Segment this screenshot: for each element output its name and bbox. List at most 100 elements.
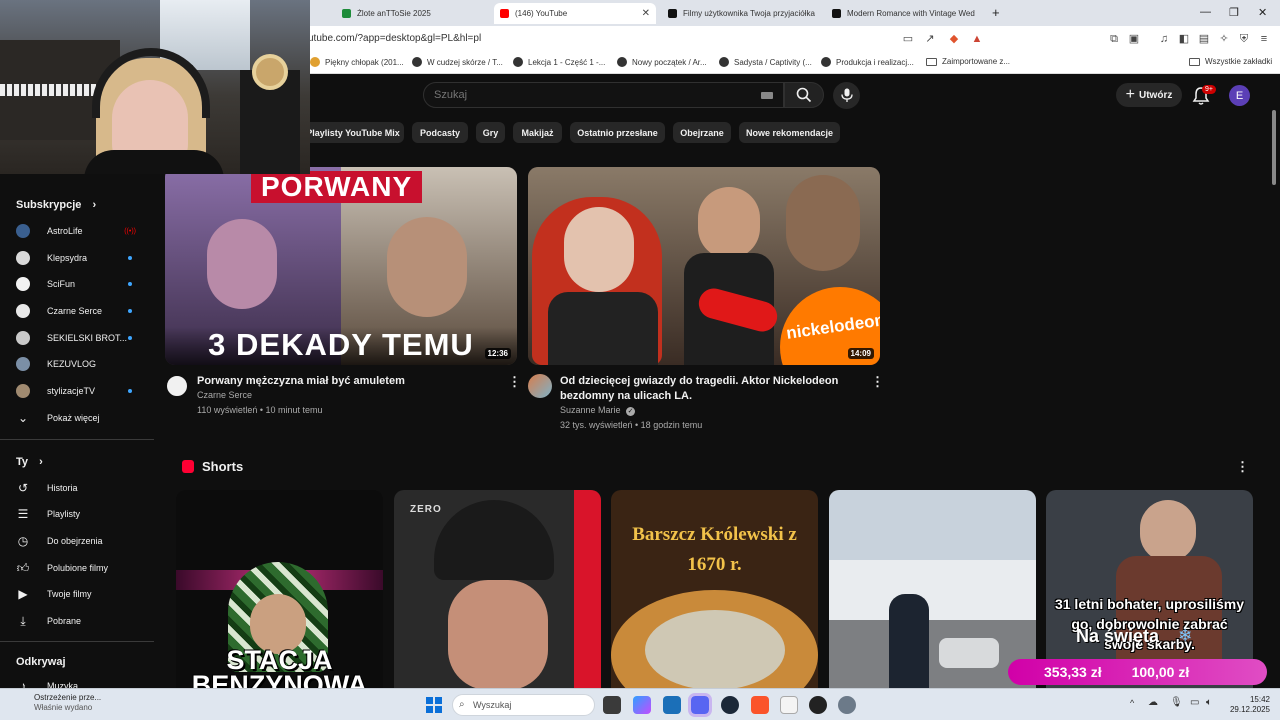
close-window-icon[interactable]: ✕ (1258, 6, 1267, 19)
subscriptions-header[interactable]: Subskrypcje › (16, 199, 96, 211)
sidebar-item-czarne-serce[interactable]: Czarne Serce (16, 302, 146, 320)
steam-icon[interactable] (721, 696, 739, 714)
url-field[interactable]: utube.com/?app=desktop&gl=PL&hl=pl (308, 33, 481, 44)
new-tab-icon[interactable]: + (992, 5, 1000, 20)
chip[interactable]: Makijaż (513, 122, 562, 143)
mic-tray-icon[interactable]: 🎙︎ (1170, 697, 1183, 708)
page-scrollbar-thumb[interactable] (1272, 110, 1276, 185)
you-header[interactable]: Ty › (16, 456, 43, 468)
sidebar-item-klepsydra[interactable]: Klepsydra (16, 249, 146, 267)
create-button[interactable]: + Utwórz (1116, 83, 1182, 107)
share-icon[interactable]: ↗ (924, 33, 936, 45)
video-title[interactable]: Od dziecięcej gwiazdy do tragedii. Aktor… (560, 374, 850, 404)
onedrive-icon[interactable]: ☁ (1148, 697, 1158, 708)
notepad-icon[interactable] (780, 696, 798, 714)
browser-tab-active[interactable]: (146) YouTube ✕ (494, 3, 656, 24)
restore-icon[interactable]: ❐ (1229, 6, 1239, 19)
sidebar-item-your-videos[interactable]: ▶ Twoje filmy (16, 585, 146, 603)
system-clock[interactable]: 15:42 29.12.2025 (1226, 695, 1270, 715)
task-view-icon[interactable] (603, 696, 621, 714)
vpn-icon[interactable]: ⛨ (1238, 33, 1250, 45)
sidebar-item-history[interactable]: ↺ Historia (16, 479, 146, 497)
account-avatar[interactable]: E (1229, 85, 1250, 106)
extensions-icon[interactable]: ⧉ (1108, 33, 1120, 45)
close-tab-icon[interactable]: ✕ (642, 8, 650, 19)
video-thumbnail[interactable]: nickelodeon 14:09 (528, 167, 880, 365)
bookmark[interactable]: Lekcja 1 - Część 1 -... (513, 57, 605, 67)
video-title[interactable]: Porwany mężczyzna miał być amuletem (197, 374, 487, 389)
bookmark[interactable]: Piękny chłopak (201... (310, 57, 404, 67)
all-bookmarks[interactable]: Wszystkie zakładki (1189, 57, 1272, 66)
sidebar-item-liked[interactable]: 👍︎ Polubione filmy (16, 559, 146, 577)
channel-avatar[interactable] (528, 374, 552, 398)
live-icon: ((•)) (124, 227, 136, 235)
copilot-icon[interactable] (633, 696, 651, 714)
bookmark[interactable]: W cudzej skórze / T... (412, 57, 503, 67)
volume-icon[interactable]: 🔈︎ (1206, 697, 1212, 708)
sidebar-item-downloads[interactable]: ⤓ Pobrane (16, 612, 146, 630)
chip[interactable]: Nowe rekomendacje (739, 122, 840, 143)
chip[interactable]: Playlisty YouTube Mix (302, 122, 404, 143)
short-thumbnail[interactable]: STACJA BENZYNOWA (176, 490, 383, 700)
wallet-icon[interactable]: ▤ (1198, 33, 1210, 45)
browser-tab[interactable]: Żlote anTToSie 2025 (336, 3, 491, 24)
minimize-icon[interactable]: — (1200, 6, 1211, 18)
start-button[interactable] (426, 697, 442, 713)
chip[interactable]: Obejrzane (673, 122, 731, 143)
search-button[interactable] (784, 82, 824, 108)
more-options-icon[interactable]: ⋮ (1236, 459, 1249, 475)
bookmark-folder[interactable]: Zaimportowane z... (926, 57, 1010, 66)
browser-tab[interactable]: Filmy użytkownika Twoja przyjaciółka (662, 3, 822, 24)
bookmark[interactable]: Sadysta / Captivity (... (719, 57, 812, 67)
donation-goal-bar: 353,33 zł 100,00 zł (1008, 659, 1267, 685)
video-channel-name[interactable]: Suzanne Marie ✓ (560, 405, 636, 416)
bookmark-favicon-icon (310, 57, 320, 67)
sidebar-item-playlists[interactable]: ☰ Playlisty (16, 505, 146, 523)
obs-icon[interactable] (809, 696, 827, 714)
short-thumbnail[interactable]: Barszcz Królewski z 1670 r. (611, 490, 818, 700)
channel-avatar[interactable] (165, 374, 189, 398)
sidebar-item-scifun[interactable]: SciFun (16, 275, 146, 293)
video-thumbnail[interactable]: PORWANY 3 DEKADY TEMU 12:36 (165, 167, 517, 365)
video-duration: 12:36 (484, 348, 511, 359)
sidebar-item-astrolife[interactable]: AstroLife ((•)) (16, 222, 146, 240)
brave-shields-icon[interactable]: ◆ (948, 33, 960, 45)
show-more-button[interactable]: ⌄ Pokaż więcej (16, 409, 146, 427)
sidebar-item-stylizacjetv[interactable]: stylizacjeTV (16, 382, 146, 400)
install-app-icon[interactable]: ▭ (902, 33, 914, 45)
bookmark[interactable]: Produkcja i realizacj... (821, 57, 914, 67)
channel-name: stylizacjeTV (47, 386, 96, 396)
sidebar-item-watch-later[interactable]: ◷ Do obejrzenia (16, 532, 146, 550)
chip[interactable]: Podcasty (412, 122, 468, 143)
windows-logo-tile (426, 706, 433, 713)
taskbar-search[interactable]: ⌕ Wyszukaj (452, 694, 595, 716)
browser-tab[interactable]: Modern Romance with Vintage Wed (826, 3, 984, 24)
keyboard-icon[interactable] (761, 92, 773, 99)
warning-title: Ostrzeżenie prze... (34, 693, 102, 702)
menu-icon[interactable]: ≡ (1258, 33, 1270, 45)
short-thumbnail[interactable]: ZERO (394, 490, 601, 700)
brave-icon[interactable] (751, 696, 769, 714)
more-options-icon[interactable]: ⋮ (508, 374, 521, 390)
chip[interactable]: Ostatnio przesłane (570, 122, 665, 143)
tray-overflow-icon[interactable]: ^ (1130, 698, 1134, 708)
sidebar-toggle-icon[interactable]: ◧ (1178, 33, 1190, 45)
more-options-icon[interactable]: ⋮ (871, 374, 884, 390)
chip[interactable]: Gry (476, 122, 505, 143)
search-input[interactable] (434, 87, 734, 103)
sidebar-item-sekielski[interactable]: SEKIELSKI BROT... (16, 329, 146, 347)
video-channel-name[interactable]: Czarne Serce (197, 390, 252, 400)
discord-icon[interactable] (688, 693, 712, 717)
settings-icon[interactable] (838, 696, 856, 714)
media-icon[interactable]: ♫ (1158, 33, 1170, 45)
sidebar-item-kezuvlog[interactable]: KEZUVLOG (16, 355, 146, 373)
voice-search-button[interactable] (833, 82, 860, 109)
network-icon[interactable]: ▭ (1190, 697, 1199, 708)
reading-list-icon[interactable]: ▣ (1128, 33, 1140, 45)
store-icon[interactable] (663, 696, 681, 714)
bookmark[interactable]: Nowy początek / Ar... (617, 57, 707, 67)
warning-widget[interactable]: Ostrzeżenie prze... Właśnie wydano (10, 693, 101, 713)
brave-rewards-icon[interactable]: ▲ (971, 33, 983, 45)
short-thumbnail[interactable] (829, 490, 1036, 700)
leo-ai-icon[interactable]: ✧ (1218, 33, 1230, 45)
